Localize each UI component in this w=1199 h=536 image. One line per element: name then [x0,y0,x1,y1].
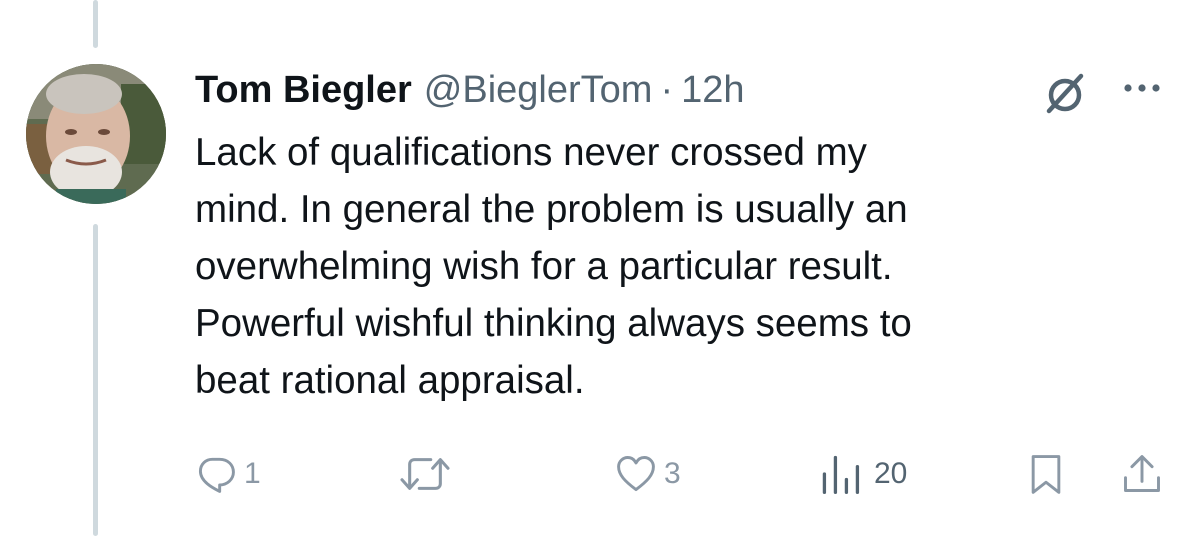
views-button[interactable]: 20 [818,450,907,498]
bookmark-icon [1031,455,1061,494]
tweet-text-line: Lack of qualifications never crossed my [195,131,867,174]
like-button[interactable]: 3 [614,450,681,498]
avatar-image [26,64,166,204]
more-dots-icon[interactable] [1112,78,1172,98]
share-button[interactable] [1120,450,1164,498]
thread-line-bottom [93,224,98,536]
tweet-header: Tom Biegler @BieglerTom · 12h [195,62,745,118]
reply-count: 1 [244,457,261,490]
tweet-text-line: mind. In general the problem is usually … [195,188,908,231]
grok-icon[interactable] [1040,68,1090,118]
retweet-icon [400,458,450,490]
like-count: 3 [664,457,681,490]
views-chart-icon [822,455,860,494]
tweet-text: Lack of qualifications never crossed my … [195,124,1155,409]
display-name[interactable]: Tom Biegler [195,62,412,118]
share-icon [1124,455,1160,492]
views-count: 20 [874,457,908,490]
tweet-text-line: Powerful wishful thinking always seems t… [195,302,912,345]
avatar[interactable] [26,64,166,204]
header-separator: · [660,69,674,111]
heart-icon [617,456,655,492]
reply-button[interactable]: 1 [194,450,261,498]
thread-line-top [93,0,98,48]
tweet-text-line: overwhelming wish for a particular resul… [195,245,893,288]
bookmark-button[interactable] [1024,450,1068,498]
timestamp[interactable]: 12h [681,62,744,118]
tweet-text-line: beat rational appraisal. [195,359,585,402]
user-handle[interactable]: @BieglerTom [424,62,653,118]
reply-icon [198,457,235,493]
retweet-button[interactable] [398,450,458,498]
